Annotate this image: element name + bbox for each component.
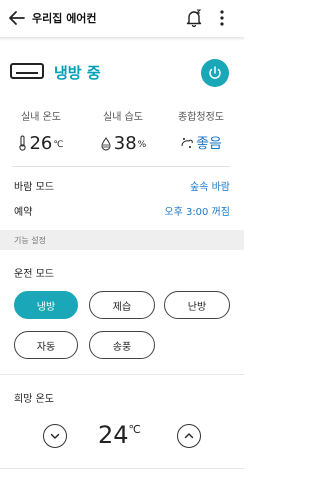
temp-down-button[interactable] xyxy=(43,424,67,448)
air-quality: 종합청정도 좋음 xyxy=(164,108,238,153)
metric-value-row: 좋음 xyxy=(164,133,238,153)
setting-value[interactable]: 숲속 바람 xyxy=(190,178,230,193)
divider xyxy=(12,166,230,167)
setting-value[interactable]: 오후 3:00 꺼짐 xyxy=(164,203,230,218)
setting-key: 바람 모드 xyxy=(14,182,54,193)
target-temp-display: 24 ℃ xyxy=(98,421,141,449)
metric-value-row: 26 ℃ xyxy=(4,133,78,154)
metric-unit: % xyxy=(137,140,147,150)
temp-up-button[interactable] xyxy=(177,424,201,448)
section-header: 기능 설정 xyxy=(0,230,244,250)
more-vertical-icon[interactable] xyxy=(214,8,230,28)
metric-value: 좋음 xyxy=(196,136,222,152)
droplet-icon xyxy=(101,137,111,151)
indoor-humidity: 실내 습도 38% xyxy=(86,108,160,154)
mode-auto-button[interactable]: 자동 xyxy=(14,331,78,359)
metric-value: 38 xyxy=(113,133,137,154)
chevron-up-icon xyxy=(184,433,194,439)
mode-dry-button[interactable]: 제습 xyxy=(89,291,155,319)
chevron-down-icon xyxy=(50,433,60,439)
page-title: 우리집 에어컨 xyxy=(32,12,97,25)
power-icon xyxy=(209,66,221,79)
indoor-temperature: 실내 온도 26 ℃ xyxy=(4,108,78,154)
status-label: 냉방 중 xyxy=(54,64,101,82)
metric-unit: ℃ xyxy=(53,140,64,150)
air-quality-icon xyxy=(181,138,193,148)
air-conditioner-icon xyxy=(10,63,44,79)
top-app-bar: 우리집 에어컨 xyxy=(0,0,244,36)
bell-snooze-icon[interactable] xyxy=(184,8,204,28)
metric-label: 실내 습도 xyxy=(103,112,143,123)
thermometer-icon xyxy=(19,135,27,151)
separator xyxy=(0,374,244,375)
target-temp-unit: ℃ xyxy=(128,423,141,436)
metric-value: 26 xyxy=(29,133,53,154)
setting-key: 예약 xyxy=(14,207,33,218)
header-shadow xyxy=(0,37,244,41)
power-button[interactable] xyxy=(201,59,229,87)
operation-mode-title: 운전 모드 xyxy=(14,269,54,280)
section-title: 기능 설정 xyxy=(14,236,46,245)
target-temp-value: 24 xyxy=(98,421,129,449)
metric-label: 종합청정도 xyxy=(178,112,224,123)
target-temp-title: 희망 온도 xyxy=(14,394,54,405)
mode-heat-button[interactable]: 난방 xyxy=(164,291,230,319)
metric-label: 실내 온도 xyxy=(21,112,61,123)
back-arrow-icon[interactable] xyxy=(8,9,26,27)
mode-cool-button[interactable]: 냉방 xyxy=(14,291,78,319)
metric-value-row: 38% xyxy=(86,133,160,154)
separator xyxy=(0,468,244,469)
mode-fan-button[interactable]: 송풍 xyxy=(89,331,155,359)
